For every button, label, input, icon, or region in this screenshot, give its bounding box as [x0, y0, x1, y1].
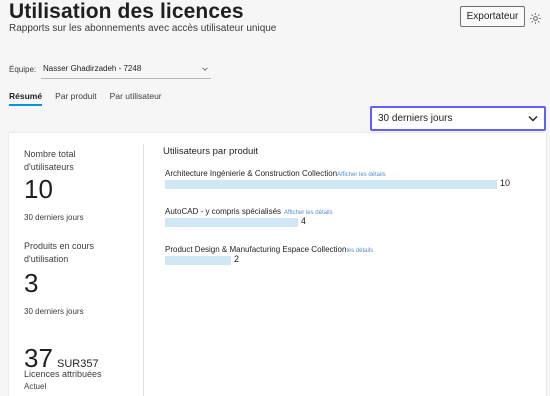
view-details-link[interactable]: Afficher les détails — [337, 172, 386, 178]
view-details-link[interactable]: Afficher les détails — [284, 210, 333, 216]
view-details-link[interactable]: les détails — [346, 248, 373, 254]
total-users-value: 10 — [24, 174, 53, 204]
product-name-label: AutoCAD - y compris spécialisés — [165, 207, 282, 216]
export-button[interactable]: Exportateur — [460, 6, 525, 27]
product-name: Architecture Ingénierie & Construction C… — [165, 169, 386, 178]
total-users-period: 30 derniers jours — [24, 213, 84, 222]
chevron-down-icon — [202, 67, 208, 71]
product-usage-bar — [165, 218, 298, 227]
tabs: Résumé Par produit Par utilisateur — [9, 91, 175, 106]
period-select[interactable]: 30 derniers jours — [370, 106, 546, 131]
page-title: Utilisation des licences — [9, 0, 244, 23]
team-select-value: Nasser Ghadirzadeh - 7248 — [43, 64, 142, 73]
tab-par-produit[interactable]: Par produit — [55, 91, 97, 106]
products-in-use-period: 30 derniers jours — [24, 307, 84, 316]
product-usage-count: 2 — [234, 254, 240, 264]
chevron-down-icon — [528, 116, 538, 122]
assigned-licenses-status: Actuel — [24, 382, 47, 391]
card-divider — [143, 144, 144, 396]
products-in-use-value: 3 — [24, 268, 39, 298]
tab-resume[interactable]: Résumé — [9, 91, 43, 106]
gear-icon[interactable] — [529, 12, 542, 25]
tab-par-utilisateur[interactable]: Par utilisateur — [110, 91, 162, 106]
page-subtitle: Rapports sur les abonnements avec accès … — [9, 23, 277, 34]
team-label: Équipe: — [9, 65, 37, 74]
product-usage-count: 4 — [301, 216, 307, 226]
product-name-label: Product Design & Manufacturing Espace Co… — [165, 245, 347, 254]
period-select-value: 30 derniers jours — [378, 113, 453, 124]
product-usage-bar — [165, 256, 231, 265]
products-in-use-label-line2: d'utilisation — [24, 254, 69, 264]
products-in-use-label: Produits en cours d'utilisation — [24, 240, 94, 266]
products-in-use-label-line1: Produits en cours — [24, 241, 95, 251]
product-name: Product Design & Manufacturing Espace Co… — [165, 245, 373, 254]
product-usage-bar — [165, 180, 497, 189]
product-name-label: Architecture Ingénierie & Construction C… — [165, 169, 338, 178]
product-usage-count: 10 — [500, 178, 511, 188]
team-select[interactable]: Nasser Ghadirzadeh - 7248 — [41, 59, 211, 79]
total-users-label-line2: d'utilisateurs — [24, 162, 74, 172]
assigned-licenses-label: Licences attribuées — [24, 369, 102, 379]
total-users-label: Nombre total d'utilisateurs — [24, 148, 76, 174]
total-users-label-line1: Nombre total — [24, 149, 76, 159]
product-name: AutoCAD - y compris spécialisés Afficher … — [165, 207, 333, 216]
users-by-product-title: Utilisateurs par produit — [163, 146, 259, 157]
